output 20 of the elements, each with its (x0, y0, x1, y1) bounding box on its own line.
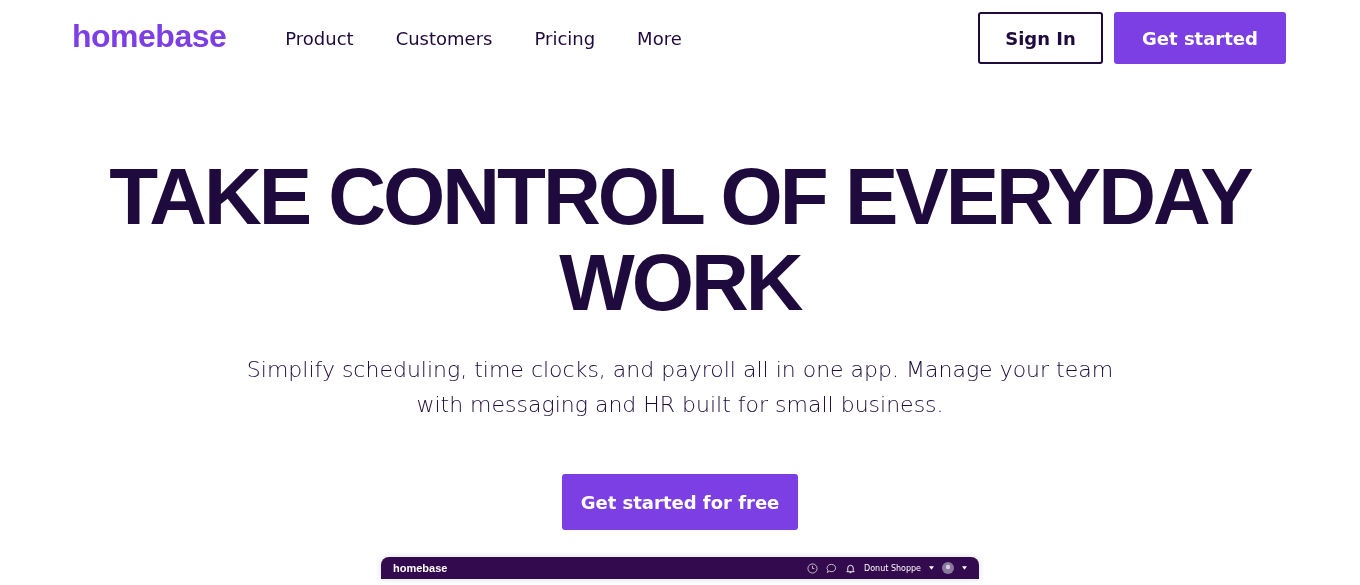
nav-link[interactable]: Pricing (513, 27, 617, 49)
subtitle: Simplify scheduling, time clocks, and payroll all in one app. Manage your team (246, 356, 1114, 384)
nav-link[interactable]: Product (264, 27, 375, 49)
logo[interactable]: homebase (72, 17, 227, 55)
chat-icon (826, 562, 837, 574)
nav-link[interactable]: More (616, 27, 703, 49)
clock-icon (807, 562, 818, 574)
caret-icon (929, 566, 934, 570)
headline: TAKE CONTROL OF EVERYDAY (109, 154, 1251, 240)
avatar-icon[interactable] (942, 562, 954, 574)
get-started-button[interactable]: Get started (1114, 12, 1286, 64)
location-menu[interactable]: Donut Shoppe (864, 563, 921, 573)
subtitle: with messaging and HR built for small business. (416, 391, 944, 419)
bell-icon (845, 562, 856, 574)
get-started-free-button[interactable]: Get started for free (562, 474, 798, 530)
headline: WORK (559, 240, 801, 326)
nav-link[interactable]: Customers (374, 27, 514, 49)
caret-icon (962, 566, 967, 570)
sign-in-button[interactable]: Sign In (978, 12, 1103, 64)
app-logo: homebase (393, 562, 448, 574)
